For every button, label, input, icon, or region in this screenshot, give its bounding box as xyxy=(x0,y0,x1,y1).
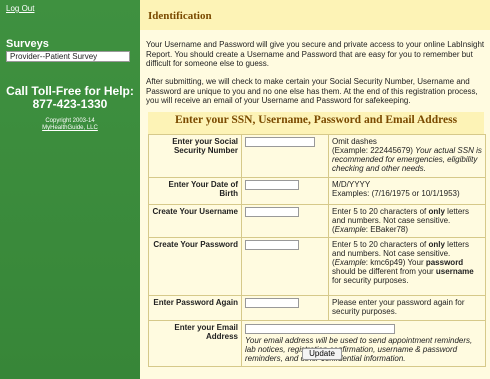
section-header: Identification xyxy=(140,0,490,30)
password-again-input[interactable] xyxy=(245,298,299,308)
fields-table: Enter your Social Security Number Omit d… xyxy=(148,134,486,367)
intro-paragraph: Your Username and Password will give you… xyxy=(146,40,485,68)
email-note: Your email address will be used to send … xyxy=(245,336,473,363)
help-phone: Call Toll-Free for Help: 877-423-1330 xyxy=(0,85,140,111)
username-label: Create Your Username xyxy=(148,204,242,238)
ssn-input[interactable] xyxy=(245,137,315,147)
password-note: Enter 5 to 20 characters of only letters… xyxy=(328,237,486,296)
ssn-note: Omit dashes (Example: 222445679) Your act… xyxy=(328,134,486,178)
email-input[interactable] xyxy=(245,324,395,334)
dob-input[interactable] xyxy=(245,180,299,190)
table-row: Enter your Social Security Number Omit d… xyxy=(148,134,486,178)
password-label: Create Your Password xyxy=(148,237,242,296)
logout-link[interactable]: Log Out xyxy=(6,4,34,13)
copyright: Copyright 2003-14 MyHealthGuide, LLC xyxy=(0,118,140,132)
page-title: Identification xyxy=(148,10,212,22)
username-note: Enter 5 to 20 characters of only letters… xyxy=(328,204,486,238)
password-again-note: Please enter your password again for sec… xyxy=(328,295,486,321)
registration-form: Enter your SSN, Username, Password and E… xyxy=(148,112,486,367)
table-row: Enter Your Date of Birth M/D/YYYY Example… xyxy=(148,177,486,205)
ssn-label: Enter your Social Security Number xyxy=(148,134,242,178)
help-phone-number: 877-423-1330 xyxy=(32,97,108,111)
password-again-label: Enter Password Again xyxy=(148,295,242,321)
update-button[interactable]: Update xyxy=(302,348,342,360)
info-paragraph: After submitting, we will check to make … xyxy=(146,77,478,105)
username-input[interactable] xyxy=(245,207,299,217)
email-label: Enter your Email Address xyxy=(148,320,242,367)
table-row: Create Your Password Enter 5 to 20 chara… xyxy=(148,237,486,296)
form-heading: Enter your SSN, Username, Password and E… xyxy=(174,114,458,126)
password-input[interactable] xyxy=(245,240,299,250)
dob-note: M/D/YYYY Examples: (7/16/1975 or 10/1/195… xyxy=(328,177,486,205)
dob-label: Enter Your Date of Birth xyxy=(148,177,242,205)
table-row: Create Your Username Enter 5 to 20 chara… xyxy=(148,204,486,238)
main-content: Identification Your Username and Passwor… xyxy=(140,0,490,379)
copyright-text: Copyright 2003-14 xyxy=(45,118,95,124)
table-row: Enter Password Again Please enter your p… xyxy=(148,295,486,321)
sidebar: Log Out Surveys Provider--Patient Survey… xyxy=(0,0,140,379)
surveys-heading: Surveys xyxy=(6,38,49,50)
copyright-link[interactable]: MyHealthGuide, LLC xyxy=(0,125,140,132)
survey-item-provider-patient[interactable]: Provider--Patient Survey xyxy=(6,51,130,62)
